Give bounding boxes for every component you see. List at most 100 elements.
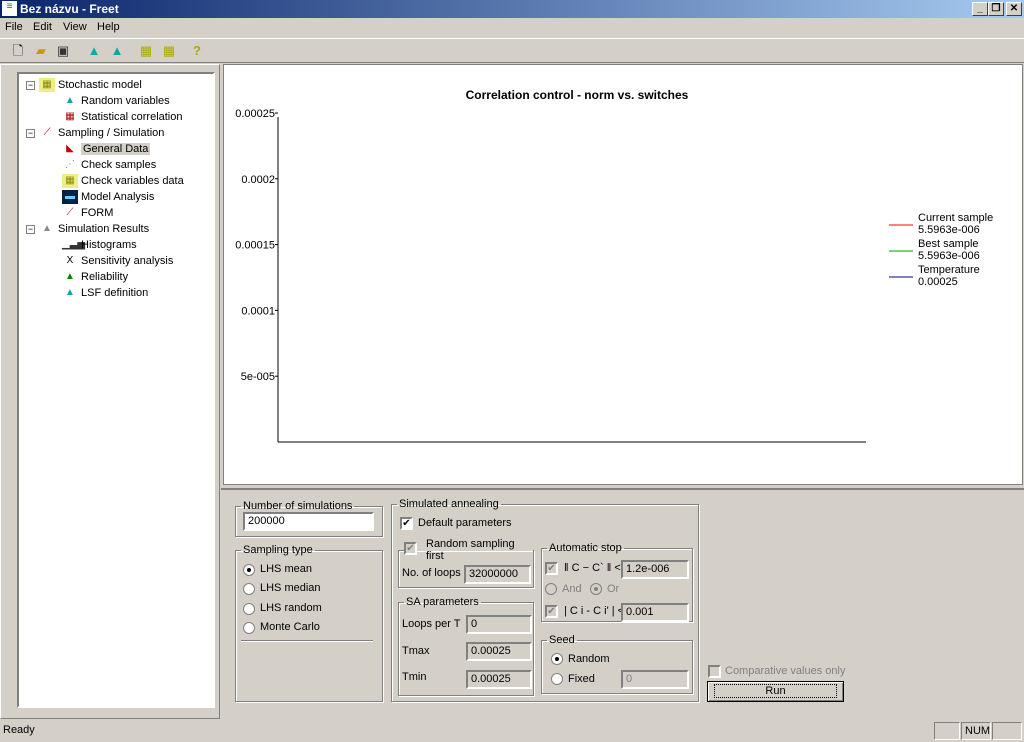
chart-title: Correlation control - norm vs. switches: [466, 88, 689, 102]
help-icon[interactable]: ?: [188, 42, 206, 60]
navigation-tree: − ▦ Stochastic model ▲ Random variables ▦ S…: [17, 72, 215, 708]
legend-label: Temperature: [918, 264, 980, 276]
menu-bar: File Edit View Help: [0, 19, 1024, 37]
loops-input[interactable]: 32000000: [464, 565, 531, 584]
tree-label: FORM: [81, 207, 114, 219]
checkbox-label: Comparative values only: [725, 665, 846, 677]
open-folder-icon[interactable]: ▰: [32, 42, 50, 60]
num-lock-indicator: NUM: [961, 722, 991, 740]
toolbar: 🗋 ▰ ▣ ▲ ▲ ▦ ▦ ?: [0, 38, 1024, 63]
tree-random-variables[interactable]: ▲ Random variables: [62, 93, 170, 109]
seed-value-input[interactable]: 0: [621, 670, 689, 689]
radio-lhs-median[interactable]: [243, 583, 255, 595]
tree-histograms[interactable]: ▁▃▅Histograms: [62, 237, 137, 253]
menu-help[interactable]: Help: [97, 21, 120, 33]
legend-label: Current sample: [918, 212, 993, 224]
loops-per-t-input[interactable]: 0: [466, 615, 532, 634]
num-simulations-input[interactable]: 200000: [243, 512, 374, 531]
status-bar: Ready NUM: [0, 720, 1024, 742]
radio-monte-carlo[interactable]: [243, 622, 255, 634]
radio-label: Fixed: [568, 673, 595, 685]
field-label: ǁ C − C` ǁ <: [564, 562, 621, 574]
field-label: Tmax: [402, 645, 430, 657]
collapse-toggle[interactable]: −: [26, 81, 35, 90]
tree-statistical-correlation[interactable]: ▦ Statistical correlation: [62, 109, 182, 125]
tree-label: Check variables data: [81, 175, 184, 187]
radio-seed-fixed[interactable]: [551, 673, 563, 685]
radio-or[interactable]: [590, 583, 602, 595]
menu-file[interactable]: File: [5, 21, 23, 33]
radio-label: Random: [568, 653, 610, 665]
y-tick-label: 0.00025: [235, 108, 275, 120]
random-sampling-first-checkbox[interactable]: ✔: [404, 542, 417, 555]
norm-threshold-input[interactable]: 1.2e-006: [621, 560, 689, 579]
form-icon: ⟋: [66, 207, 74, 219]
field-label: Tmin: [402, 671, 427, 683]
menu-edit[interactable]: Edit: [33, 21, 52, 33]
histogram-icon: ▁▃▅: [62, 239, 86, 251]
tree-label: Sampling / Simulation: [58, 127, 165, 139]
results-icon: ▲: [42, 223, 52, 235]
radio-seed-random[interactable]: [551, 653, 563, 665]
group-label: SA parameters: [406, 596, 479, 608]
radio-and[interactable]: [545, 583, 557, 595]
new-file-icon[interactable]: 🗋: [9, 42, 27, 60]
legend-value: 0.00025: [918, 276, 958, 288]
y-tick-label: 0.0001: [241, 305, 275, 317]
y-tick-label: 0.00015: [235, 240, 275, 252]
title-bar: ≡ Bez názvu - Freet _ ❐ ✕: [0, 0, 1024, 18]
status-pane: [934, 722, 960, 740]
tree-lsf-definition[interactable]: ▲ LSF definition: [62, 285, 148, 301]
reliability-icon: ▲: [65, 271, 75, 283]
close-button[interactable]: ✕: [1006, 2, 1022, 16]
norm-stop-checkbox[interactable]: ✔: [545, 562, 558, 575]
radio-lhs-random[interactable]: [243, 603, 255, 615]
group-label: Sampling type: [243, 544, 313, 556]
general-data-icon: ◣: [66, 143, 74, 155]
tree-check-variables-data[interactable]: ▦ Check variables data: [62, 173, 184, 189]
status-pane: [992, 722, 1022, 740]
tmin-input[interactable]: 0.00025: [466, 670, 532, 689]
group-label: Automatic stop: [549, 542, 622, 554]
group-label: Number of simulations: [243, 500, 353, 512]
tree-label: Random variables: [81, 95, 170, 107]
radio-label: Monte Carlo: [260, 621, 320, 633]
menu-view[interactable]: View: [63, 21, 87, 33]
collapse-toggle[interactable]: −: [26, 129, 35, 138]
y-tick-label: 5e-005: [241, 371, 275, 383]
tree-sensitivity-analysis[interactable]: X Sensitivity analysis: [62, 253, 174, 269]
legend-label: Best sample: [918, 238, 979, 250]
tree-reliability[interactable]: ▲ Reliability: [62, 269, 128, 285]
run-label: Run: [714, 684, 837, 698]
tree-simulation-results[interactable]: ▲ Simulation Results: [39, 221, 149, 237]
tree-form[interactable]: ⟋ FORM: [62, 205, 114, 221]
edit-data-icon[interactable]: ▦: [160, 42, 178, 60]
tree-sampling-simulation[interactable]: ⟋ Sampling / Simulation: [39, 125, 165, 141]
distribution-icon: ▲: [65, 95, 75, 107]
restore-button[interactable]: ❐: [988, 2, 1004, 16]
tmax-input[interactable]: 0.00025: [466, 642, 532, 661]
minimize-button[interactable]: _: [972, 2, 988, 16]
group-label: Seed: [549, 634, 575, 646]
tree-model-analysis[interactable]: ▬ Model Analysis: [62, 189, 154, 205]
edit-variable-icon[interactable]: ▲: [108, 42, 126, 60]
radio-label: LHS random: [260, 602, 322, 614]
default-parameters-checkbox[interactable]: ✔: [400, 517, 413, 530]
run-button[interactable]: Run: [707, 681, 844, 702]
tree-check-samples[interactable]: ⋰ Check samples: [62, 157, 156, 173]
tree-label: General Data: [81, 143, 151, 155]
add-data-icon[interactable]: ▦: [137, 42, 155, 60]
save-icon[interactable]: ▣: [54, 42, 72, 60]
element-stop-checkbox[interactable]: ✔: [545, 605, 558, 618]
group-label: Random sampling first: [426, 538, 515, 562]
legend-value: 5.5963e-006: [918, 224, 980, 236]
add-variable-icon[interactable]: ▲: [85, 42, 103, 60]
comparative-values-checkbox[interactable]: [708, 665, 721, 678]
tree-general-data[interactable]: ◣ General Data: [62, 141, 151, 157]
tree-stochastic-model[interactable]: ▦ Stochastic model: [39, 77, 142, 93]
lsf-icon: ▲: [65, 287, 75, 299]
element-threshold-input[interactable]: 0.001: [621, 603, 689, 622]
collapse-toggle[interactable]: −: [26, 225, 35, 234]
radio-lhs-mean[interactable]: [243, 564, 255, 576]
grid-icon: ▦: [62, 174, 78, 189]
